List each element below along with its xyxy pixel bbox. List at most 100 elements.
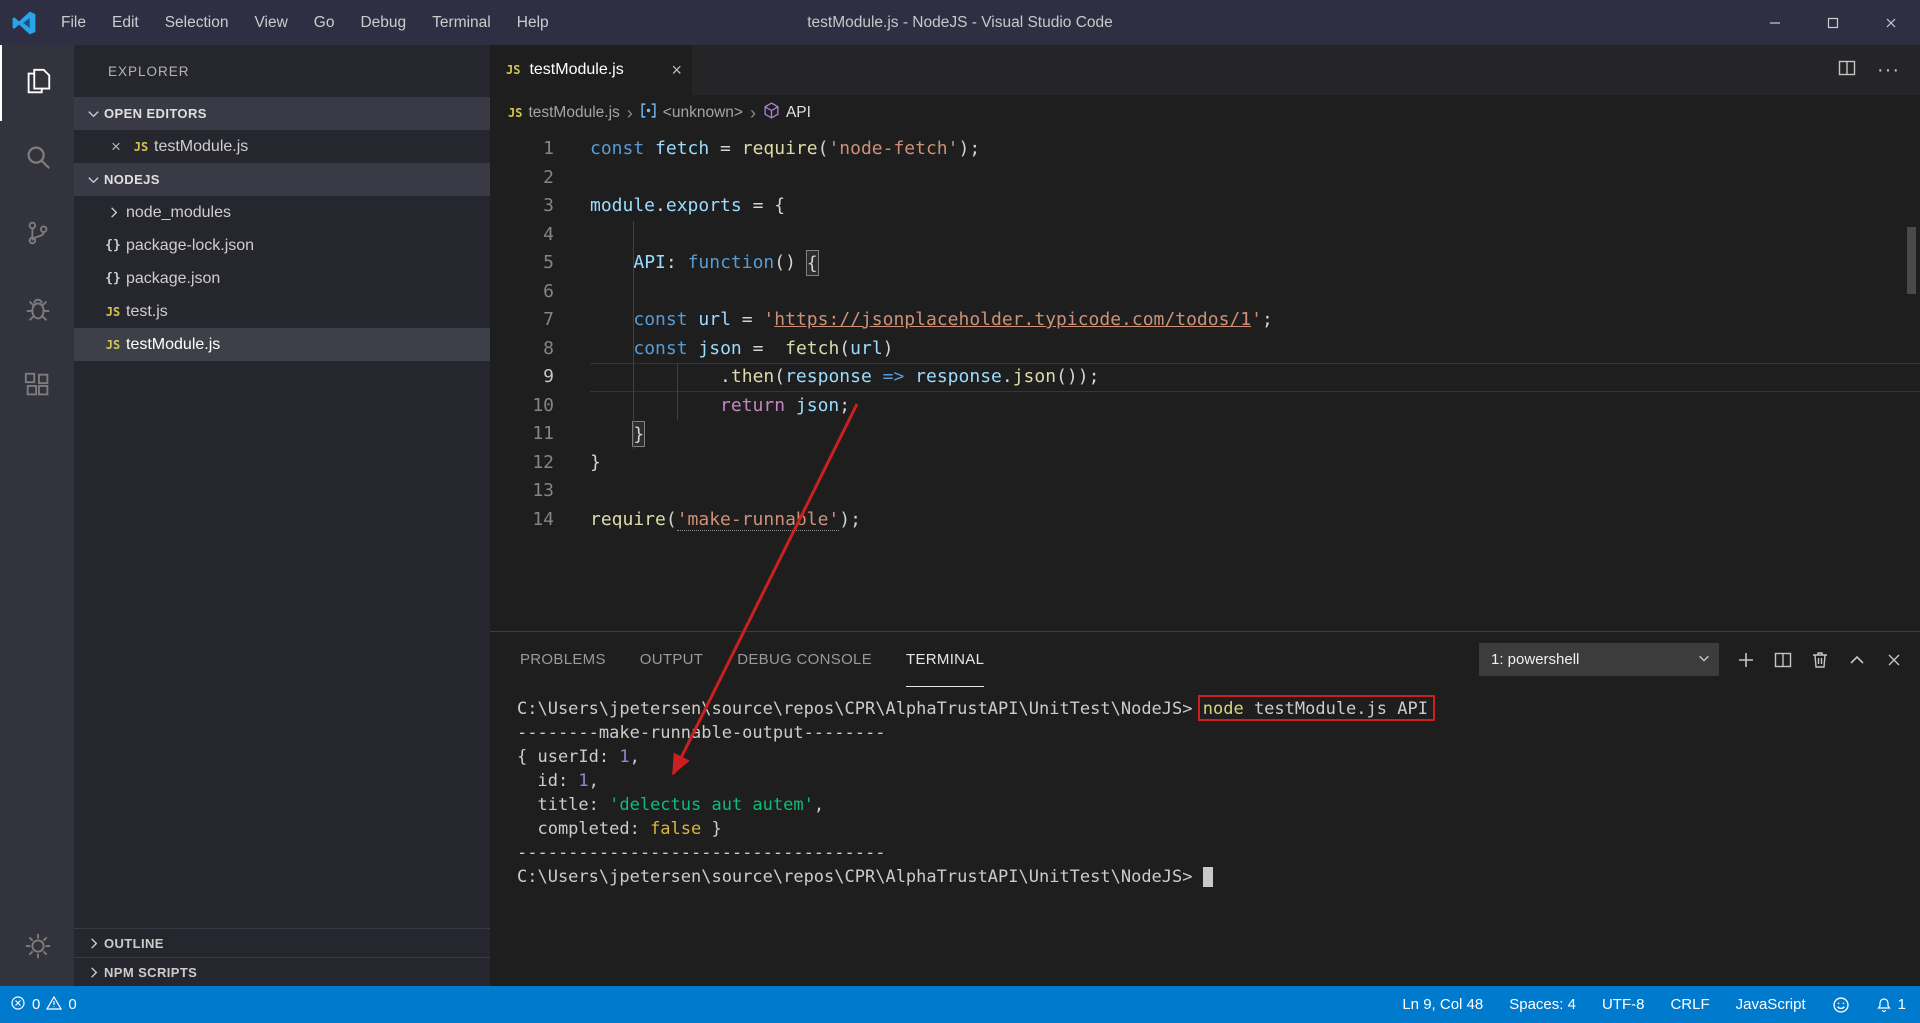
new-terminal-button[interactable] (1736, 650, 1756, 670)
panel-tab-terminal[interactable]: TERMINAL (906, 632, 985, 687)
menu-help[interactable]: Help (504, 0, 562, 45)
code-content[interactable]: const fetch = require('node-fetch'); modu… (590, 131, 1920, 631)
code-line-3[interactable]: module.exports = { (590, 192, 1920, 221)
line-number[interactable]: 14 (490, 506, 590, 535)
breadcrumb: JS testModule.js › <unknown> › API (490, 95, 1920, 131)
line-number[interactable]: 1 (490, 135, 590, 164)
encoding[interactable]: UTF-8 (1602, 996, 1645, 1013)
terminal[interactable]: C:\Users\jpetersen\source\repos\CPR\Alph… (490, 687, 1920, 986)
cursor-position[interactable]: Ln 9, Col 48 (1402, 996, 1483, 1013)
line-number[interactable]: 13 (490, 477, 590, 506)
code-line-11[interactable]: } (590, 420, 1920, 449)
maximize-button[interactable] (1804, 0, 1862, 45)
close-button[interactable] (1862, 0, 1920, 45)
panel-tab-output[interactable]: OUTPUT (640, 632, 703, 687)
menu-terminal[interactable]: Terminal (419, 0, 504, 45)
line-number-gutter[interactable]: 1 2 3 4 5 6 7 8 9 10 11 12 13 14 (490, 131, 590, 631)
menu-edit[interactable]: Edit (99, 0, 152, 45)
code-editor[interactable]: 1 2 3 4 5 6 7 8 9 10 11 12 13 14 const fetch = requir… (490, 131, 1920, 631)
line-number[interactable]: 2 (490, 164, 590, 193)
js-file-icon: JS (105, 304, 121, 319)
menu-debug[interactable]: Debug (347, 0, 419, 45)
tab-testmodule[interactable]: JS testModule.js × (490, 45, 692, 95)
error-count: 0 (32, 996, 41, 1013)
section-label: NODEJS (104, 172, 160, 187)
line-number[interactable]: 10 (490, 392, 590, 421)
panel-tab-bar: PROBLEMS OUTPUT DEBUG CONSOLE TERMINAL 1: p… (490, 632, 1920, 687)
menu-file[interactable]: File (48, 0, 99, 45)
chevron-down-icon (82, 172, 104, 187)
code-line-8[interactable]: const json = fetch(url) (590, 335, 1920, 364)
section-outline[interactable]: OUTLINE (74, 928, 490, 957)
section-npm-scripts[interactable]: NPM SCRIPTS (74, 957, 490, 986)
file-test-js[interactable]: JS test.js (74, 295, 490, 328)
breadcrumb-separator: › (749, 102, 756, 123)
open-editors-section-header[interactable]: OPEN EDITORS (74, 97, 490, 130)
code-line-2[interactable] (590, 164, 1920, 193)
open-editor-item[interactable]: × JS testModule.js (74, 130, 490, 163)
close-tab-icon[interactable]: × (671, 60, 682, 81)
code-line-4[interactable] (590, 221, 1920, 250)
minimize-button[interactable] (1746, 0, 1804, 45)
maximize-panel-chevron-up-button[interactable] (1847, 650, 1867, 670)
file-package-json[interactable]: {} package.json (74, 262, 490, 295)
close-icon[interactable]: × (104, 137, 128, 157)
activity-source-control[interactable] (0, 197, 74, 273)
line-number[interactable]: 7 (490, 306, 590, 335)
activity-debug[interactable] (0, 273, 74, 349)
breadcrumb-label: <unknown> (662, 104, 743, 121)
line-number[interactable]: 9 (490, 363, 590, 392)
code-line-7[interactable]: const url = 'https://jsonplaceholder.typ… (590, 306, 1920, 335)
indent-guide (677, 363, 678, 420)
file-package-lock-json[interactable]: {} package-lock.json (74, 229, 490, 262)
line-number[interactable]: 11 (490, 420, 590, 449)
line-number[interactable]: 8 (490, 335, 590, 364)
activity-search[interactable] (0, 121, 74, 197)
line-number[interactable]: 12 (490, 449, 590, 478)
close-panel-button[interactable] (1884, 650, 1904, 670)
menu-go[interactable]: Go (301, 0, 348, 45)
folder-node-modules[interactable]: node_modules (74, 196, 490, 229)
split-terminal-button[interactable] (1773, 650, 1793, 670)
eol[interactable]: CRLF (1670, 996, 1709, 1013)
more-actions-icon[interactable]: ··· (1877, 59, 1900, 82)
line-number[interactable]: 3 (490, 192, 590, 221)
annotation-highlight-box: node testModule.js API (1202, 699, 1428, 719)
feedback-smiley-icon[interactable] (1832, 996, 1850, 1014)
notifications-bell[interactable]: 1 (1876, 996, 1906, 1013)
code-line-12[interactable]: } (590, 449, 1920, 478)
line-number[interactable]: 5 (490, 249, 590, 278)
breadcrumb-item-2[interactable]: API (763, 102, 811, 124)
json-file-icon: {} (105, 238, 121, 253)
activity-extensions[interactable] (0, 349, 74, 425)
activity-explorer[interactable] (0, 45, 74, 121)
code-line-14[interactable]: require('make-runnable'); (590, 506, 1920, 535)
panel-tab-debug-console[interactable]: DEBUG CONSOLE (737, 632, 872, 687)
code-line-5[interactable]: API: function() { (590, 249, 1920, 278)
split-editor-icon[interactable] (1837, 58, 1857, 83)
settings-gear-icon (23, 931, 53, 966)
code-line-9[interactable]: .then(response => response.json()); (590, 363, 1920, 392)
code-line-6[interactable] (590, 278, 1920, 307)
kill-terminal-trash-button[interactable] (1810, 650, 1830, 670)
menu-selection[interactable]: Selection (152, 0, 242, 45)
code-line-13[interactable] (590, 477, 1920, 506)
terminal-line-5: title: 'delectus aut autem', (517, 795, 825, 815)
problems-indicator[interactable]: 0 0 (10, 995, 77, 1015)
line-number[interactable]: 6 (490, 278, 590, 307)
editor-scrollbar[interactable] (1907, 227, 1916, 294)
code-line-1[interactable]: const fetch = require('node-fetch'); (590, 135, 1920, 164)
indentation[interactable]: Spaces: 4 (1509, 996, 1576, 1013)
project-section-header[interactable]: NODEJS (74, 163, 490, 196)
breadcrumb-item-1[interactable]: <unknown> (640, 102, 743, 124)
menu-view[interactable]: View (241, 0, 300, 45)
breadcrumb-item-0[interactable]: JS testModule.js (508, 104, 620, 122)
code-line-10[interactable]: return json; (590, 392, 1920, 421)
activity-settings[interactable] (0, 910, 74, 986)
line-number[interactable]: 4 (490, 221, 590, 250)
terminal-shell-selector[interactable]: 1: powershell (1479, 643, 1719, 676)
shell-selector-value: 1: powershell (1491, 651, 1580, 668)
language-mode[interactable]: JavaScript (1736, 996, 1806, 1013)
file-testmodule-js[interactable]: JS testModule.js (74, 328, 490, 361)
panel-tab-problems[interactable]: PROBLEMS (520, 632, 606, 687)
